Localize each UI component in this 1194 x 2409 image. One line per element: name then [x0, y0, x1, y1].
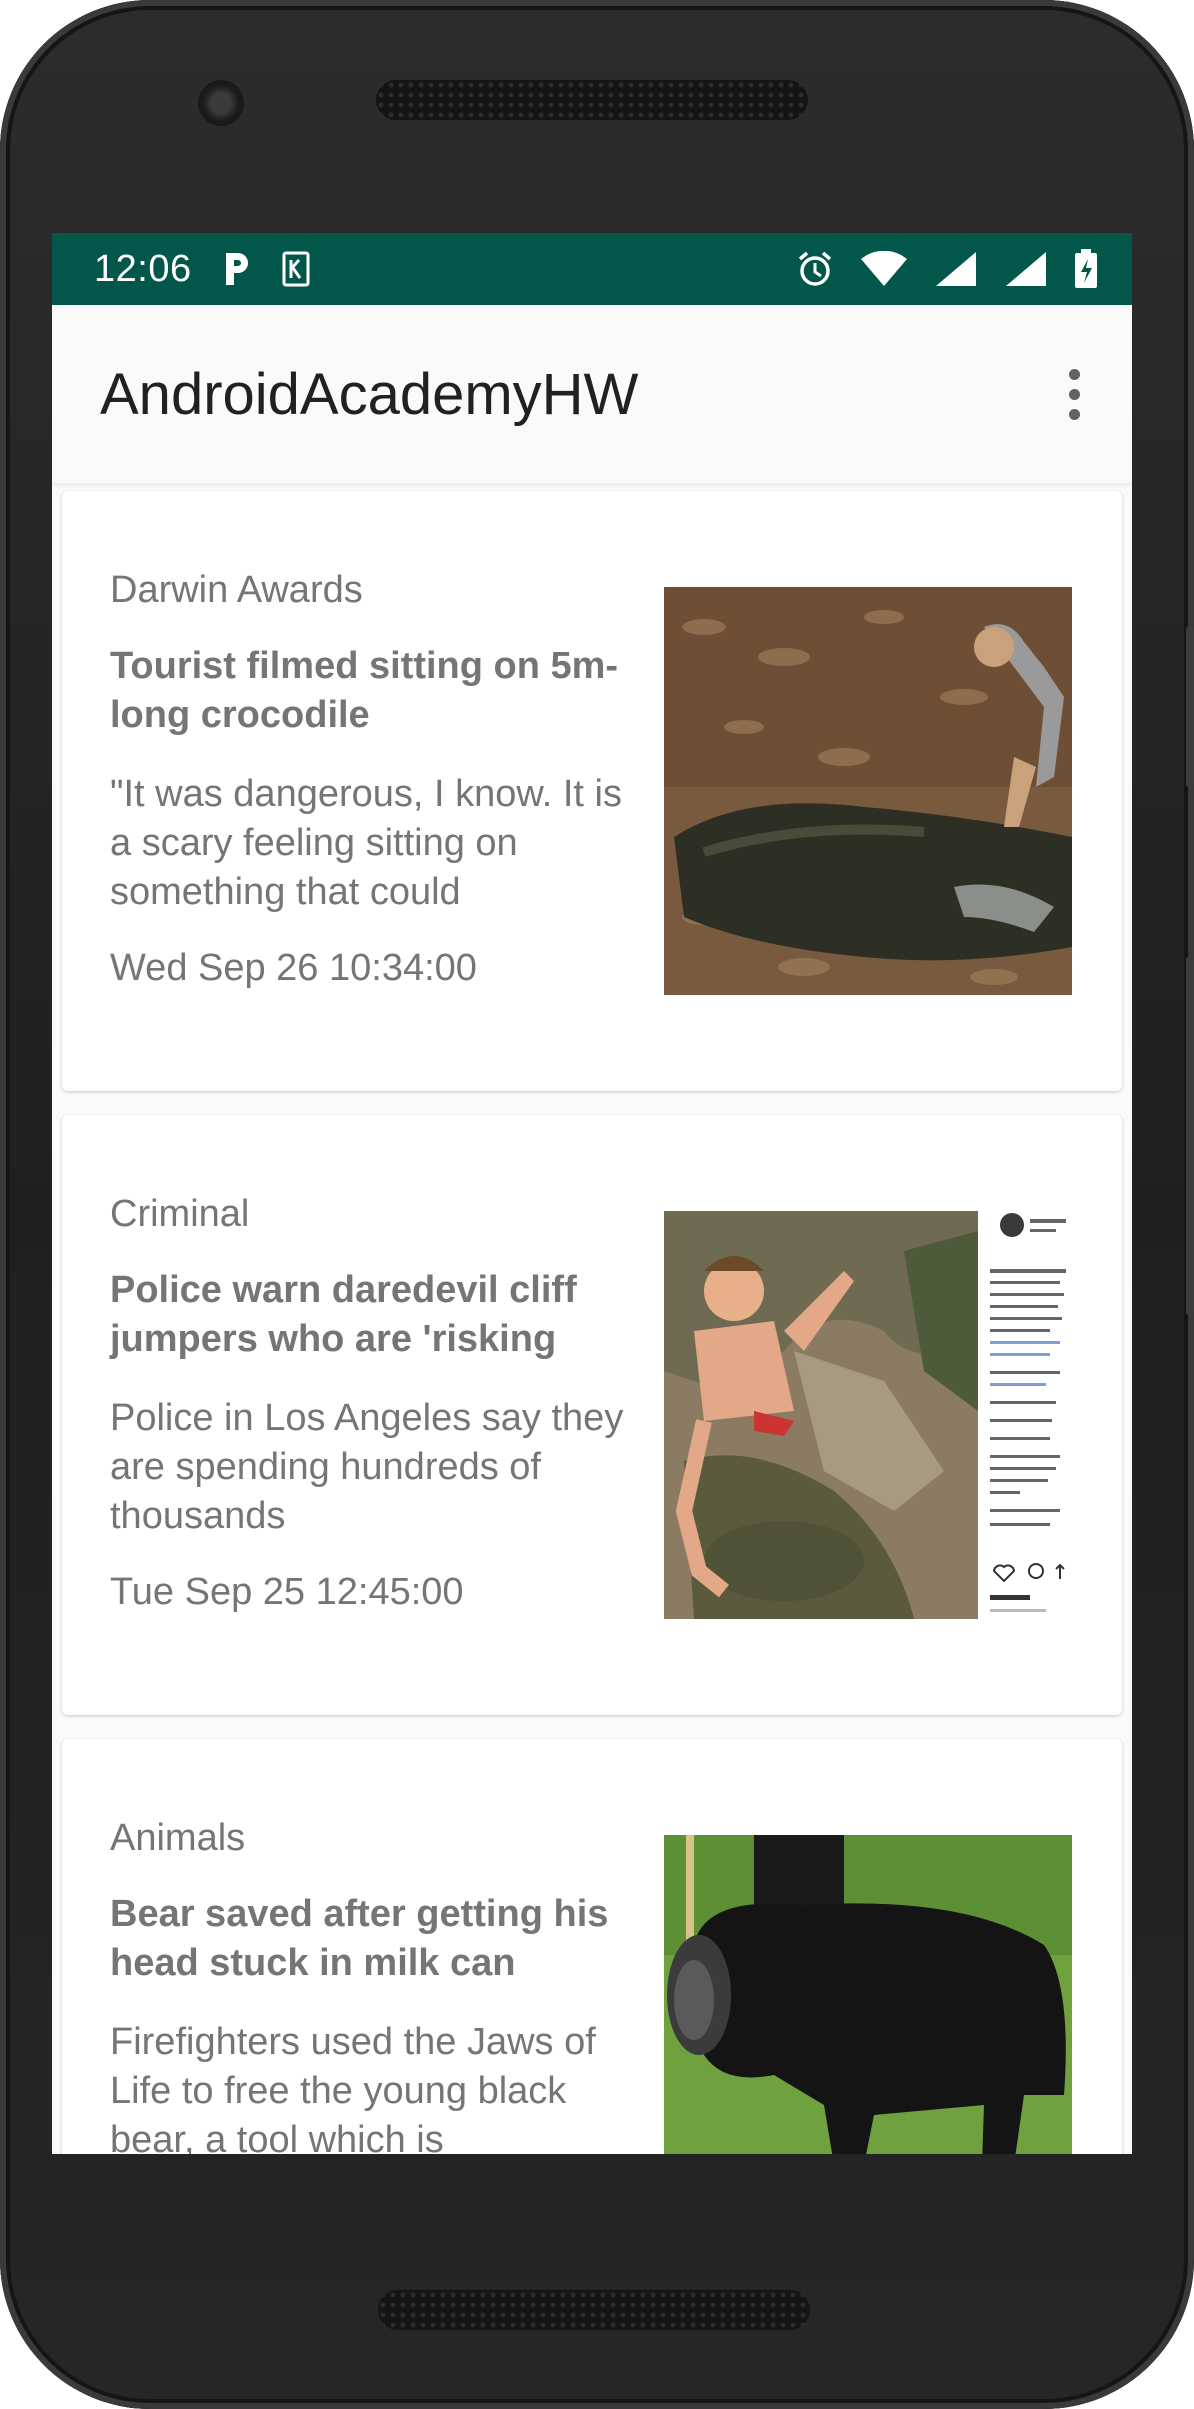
phone-frame: 12:06 AndroidAcademyHW Darwin Awards Tou… — [0, 0, 1194, 2409]
news-title: Police warn daredevil cliff jumpers who … — [110, 1269, 577, 1360]
app-title: AndroidAcademyHW — [100, 361, 639, 427]
news-title: Bear saved after getting his head stuck … — [110, 1893, 609, 1984]
parking-notification-icon — [222, 251, 252, 287]
cellular-signal-icon — [1004, 250, 1048, 288]
news-card[interactable]: Darwin Awards Tourist filmed sitting on … — [62, 491, 1122, 1091]
bottom-speaker — [378, 2290, 810, 2330]
news-card[interactable]: Animals Bear saved after getting his hea… — [62, 1739, 1122, 2154]
status-time: 12:06 — [94, 247, 192, 290]
news-summary: Firefighters used the Jaws of Life to fr… — [110, 2021, 596, 2154]
alarm-icon — [796, 250, 834, 288]
status-bar: 12:06 — [52, 233, 1132, 305]
app-bar: AndroidAcademyHW — [52, 305, 1132, 483]
volume-button — [1186, 956, 1194, 1316]
front-camera — [198, 80, 244, 126]
news-card[interactable]: Criminal Police warn daredevil cliff jum… — [62, 1115, 1122, 1715]
cliff-jumper-instagram-photo — [664, 1211, 1072, 1619]
cellular-signal-icon — [934, 250, 978, 288]
power-button — [1186, 626, 1194, 788]
news-title: Tourist filmed sitting on 5m-long crocod… — [110, 645, 619, 736]
crocodile-photo — [664, 587, 1072, 995]
news-summary: Police in Los Angeles say they are spend… — [110, 1397, 624, 1537]
screen: 12:06 AndroidAcademyHW Darwin Awards Tou… — [52, 233, 1132, 2154]
news-list[interactable]: Darwin Awards Tourist filmed sitting on … — [52, 483, 1132, 2154]
news-date: Wed Sep 26 10:34:00 — [110, 947, 477, 989]
news-category: Criminal — [110, 1193, 250, 1235]
news-summary: "It was dangerous, I know. It is a scary… — [110, 773, 622, 913]
news-category: Animals — [110, 1817, 246, 1859]
wifi-icon — [860, 251, 908, 287]
overflow-menu-icon[interactable] — [1064, 368, 1084, 420]
news-category: Darwin Awards — [110, 569, 363, 611]
bear-photo — [664, 1835, 1072, 2154]
keep-notification-icon — [282, 251, 310, 287]
earpiece-speaker — [376, 80, 808, 120]
news-date: Tue Sep 25 12:45:00 — [110, 1571, 464, 1613]
battery-charging-icon — [1074, 249, 1098, 289]
